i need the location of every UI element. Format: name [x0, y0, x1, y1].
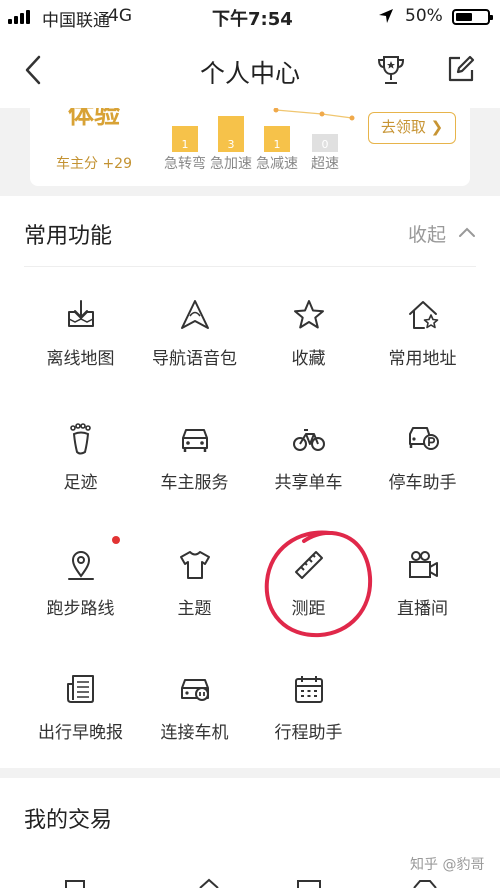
annotation-circle	[264, 530, 373, 638]
partial-icon	[297, 880, 321, 888]
bar-value-sharp-brake: 1	[273, 138, 281, 151]
function-offline-map[interactable]: 离线地图	[18, 298, 143, 408]
footprint-icon	[70, 423, 91, 455]
claim-button[interactable]: 去领取 ❯	[368, 112, 456, 144]
calendar-icon	[295, 676, 323, 703]
function-label: 导航语音包	[152, 349, 237, 369]
bar-value-speeding: 0	[321, 138, 329, 151]
driving-rank: 体验	[68, 108, 121, 130]
function-label: 主题	[177, 599, 212, 619]
car-connect-icon	[181, 679, 209, 701]
battery-icon	[452, 9, 493, 25]
bar-label-sharp-accel: 急加速	[210, 156, 252, 172]
function-shared-bike[interactable]: 共享单车	[246, 422, 371, 532]
location-arrow-icon	[379, 9, 393, 23]
chevron-up-icon[interactable]	[458, 226, 476, 238]
function-label: 车主服务	[160, 473, 229, 493]
driving-score-card: 体验 车主分 +29 1 3 1 0 急转弯 急加速 急减速 超速 去领取 ❯	[30, 108, 470, 186]
bar-value-sharp-turn: 1	[181, 138, 189, 151]
trophy-icon[interactable]	[376, 54, 406, 86]
tshirt-icon	[180, 551, 210, 579]
function-label: 常用地址	[388, 349, 457, 369]
bar-label-speeding: 超速	[311, 156, 339, 172]
bar-label-sharp-turn: 急转弯	[164, 156, 206, 172]
function-owner-service[interactable]: 车主服务	[132, 422, 257, 532]
divider	[24, 266, 476, 267]
function-navigation-voice[interactable]: 导航语音包	[132, 298, 257, 408]
function-travel-report[interactable]: 出行早晚报	[18, 672, 143, 782]
section-title-my-trades: 我的交易	[24, 808, 113, 833]
function-parking[interactable]: 停车助手	[360, 422, 485, 532]
trend-line	[273, 108, 355, 121]
page-title: 个人中心	[199, 59, 300, 88]
driver-score: 车主分 +29	[56, 156, 132, 172]
function-footprint[interactable]: 足迹	[18, 422, 143, 532]
home-star-icon	[409, 301, 439, 329]
my-trades-section: 我的交易 知乎 @豹哥	[0, 778, 500, 888]
edit-icon[interactable]	[446, 54, 476, 84]
signal-strength-icon	[8, 10, 30, 24]
function-label: 足迹	[63, 473, 98, 493]
collapse-button[interactable]: 收起	[408, 220, 446, 247]
function-favorites[interactable]: 收藏	[246, 298, 371, 408]
function-common-address[interactable]: 常用地址	[360, 298, 485, 408]
function-trip-assistant[interactable]: 行程助手	[246, 672, 371, 782]
partial-icon	[199, 878, 219, 888]
function-label: 行程助手	[274, 723, 343, 743]
bar-label-sharp-brake: 急减速	[256, 156, 298, 172]
car-icon	[182, 429, 208, 452]
function-label: 离线地图	[46, 349, 115, 369]
bar-value-sharp-accel: 3	[227, 138, 235, 151]
function-label: 连接车机	[160, 723, 229, 743]
nav-bar: 个人中心	[0, 34, 500, 108]
notification-dot	[112, 536, 120, 544]
claim-label: 去领取	[380, 118, 426, 136]
download-map-icon	[68, 300, 94, 327]
battery-percent: 50%	[405, 6, 443, 26]
partial-icon	[65, 880, 85, 888]
newspaper-icon	[67, 675, 94, 703]
function-label: 跑步路线	[46, 599, 115, 619]
function-label: 停车助手	[388, 473, 457, 493]
status-time: 下午7:54	[212, 9, 293, 30]
location-pin-icon	[68, 551, 94, 580]
section-title-common-functions: 常用功能	[24, 224, 113, 249]
star-icon	[294, 300, 324, 329]
partial-icon	[413, 880, 437, 888]
carrier-name: 中国联通	[42, 11, 110, 31]
status-bar: 中国联通 4G 下午7:54 50%	[0, 0, 500, 34]
parking-icon	[409, 427, 439, 450]
watermark: 知乎 @豹哥	[410, 857, 485, 873]
bicycle-icon	[293, 429, 325, 451]
function-label: 出行早晚报	[38, 723, 123, 743]
function-connect-car[interactable]: 连接车机	[132, 672, 257, 782]
function-theme[interactable]: 主题	[132, 548, 257, 658]
video-camera-icon	[409, 551, 438, 578]
function-running-route[interactable]: 跑步路线	[18, 536, 143, 658]
chevron-right-icon: ❯	[430, 118, 444, 136]
network-type: 4G	[108, 6, 132, 26]
function-label: 共享单车	[274, 473, 343, 493]
navigation-voice-icon	[181, 300, 209, 329]
function-label: 收藏	[291, 349, 326, 369]
common-functions-section: 常用功能 收起 离线地图 导航语音包 收藏 常用地址 足迹 车主服务 共享单车 …	[0, 196, 500, 768]
